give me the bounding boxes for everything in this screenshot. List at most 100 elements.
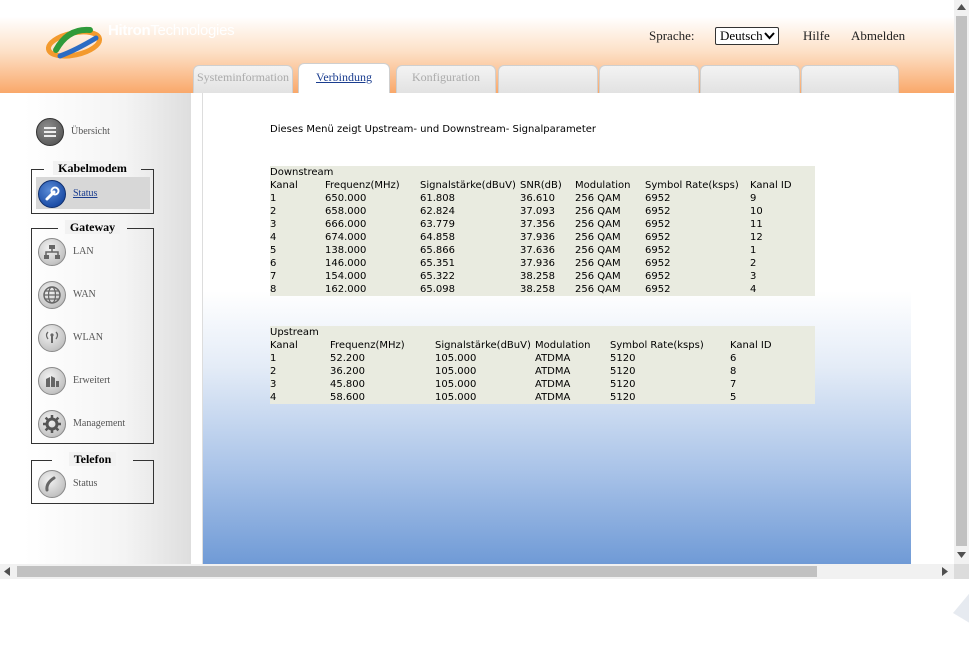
table-cell: 8 bbox=[270, 284, 277, 295]
table-cell: 37.356 bbox=[520, 219, 555, 230]
table-cell: 6952 bbox=[645, 245, 671, 256]
language-select[interactable]: Deutsch bbox=[715, 27, 779, 45]
table-cell: 6952 bbox=[645, 258, 671, 269]
table-cell: 3 bbox=[750, 271, 757, 282]
horizontal-scroll-thumb[interactable] bbox=[17, 566, 817, 577]
tab-konfiguration[interactable]: Konfiguration bbox=[396, 65, 496, 93]
group-title: Telefon bbox=[32, 452, 153, 467]
scroll-down-icon[interactable] bbox=[957, 552, 966, 558]
group-kabelmodem: Kabelmodem Status bbox=[31, 161, 154, 214]
table-cell: 64.858 bbox=[420, 232, 455, 243]
table-cell: 256 QAM bbox=[575, 245, 621, 256]
table-cell: 5120 bbox=[610, 366, 636, 377]
table-cell: 10 bbox=[750, 206, 763, 217]
group-title: Kabelmodem bbox=[32, 161, 153, 176]
table-cell: ATDMA bbox=[535, 353, 571, 364]
sidebar: Übersicht Kabelmodem Status Gateway LAN bbox=[24, 93, 191, 565]
table-cell: 3 bbox=[270, 379, 277, 390]
table-cell: 38.258 bbox=[520, 271, 555, 282]
column-header: Modulation bbox=[535, 340, 591, 351]
table-cell: 45.800 bbox=[330, 379, 365, 390]
table-cell: 6952 bbox=[645, 271, 671, 282]
table-cell: 6952 bbox=[645, 193, 671, 204]
horizontal-scrollbar[interactable] bbox=[0, 564, 954, 579]
scroll-up-icon[interactable] bbox=[957, 4, 966, 10]
sidebar-item-management[interactable]: Management bbox=[38, 410, 148, 440]
tab-empty-2 bbox=[599, 65, 699, 93]
table-row: 8 162.000 65.098 38.258 256 QAM 6952 4 bbox=[270, 283, 810, 296]
sidebar-item-label: Erweitert bbox=[73, 375, 111, 386]
table-cell: 2 bbox=[270, 366, 277, 377]
gear-icon bbox=[38, 410, 66, 438]
sidebar-item-label: LAN bbox=[73, 246, 94, 257]
sidebar-item-label: Status bbox=[73, 188, 98, 199]
table-cell: 58.600 bbox=[330, 392, 365, 403]
table-cell: 65.351 bbox=[420, 258, 455, 269]
sidebar-item-label: WLAN bbox=[73, 332, 103, 343]
table-cell: 256 QAM bbox=[575, 271, 621, 282]
downstream-table: Kanal Frequenz(MHz) Signalstärke(dBuV) SNR(… bbox=[270, 179, 810, 296]
table-cell: 2 bbox=[750, 258, 757, 269]
table-cell: 256 QAM bbox=[575, 219, 621, 230]
column-header: Symbol Rate(ksps) bbox=[645, 180, 739, 191]
sidebar-item-cable-status[interactable]: Status bbox=[38, 180, 148, 210]
sidebar-item-wlan[interactable]: WLAN bbox=[38, 324, 148, 354]
table-cell: 105.000 bbox=[435, 353, 477, 364]
sidebar-item-label: Übersicht bbox=[71, 126, 110, 137]
table-row: 1 52.200 105.000 ATDMA 5120 6 bbox=[270, 352, 790, 365]
tab-empty-4 bbox=[801, 65, 899, 93]
sidebar-item-lan[interactable]: LAN bbox=[38, 238, 148, 268]
table-cell: 5 bbox=[270, 245, 277, 256]
table-cell: 256 QAM bbox=[575, 284, 621, 295]
sidebar-item-erweitert[interactable]: Erweitert bbox=[38, 367, 148, 397]
logout-link[interactable]: Abmelden bbox=[851, 28, 905, 44]
vertical-scroll-thumb[interactable] bbox=[956, 16, 967, 546]
group-title: Gateway bbox=[32, 220, 153, 235]
table-cell: 4 bbox=[750, 284, 757, 295]
table-cell: 62.824 bbox=[420, 206, 455, 217]
table-cell: 36.610 bbox=[520, 193, 555, 204]
table-cell: 1 bbox=[270, 353, 277, 364]
sidebar-item-wan[interactable]: WAN bbox=[38, 281, 148, 311]
table-cell: 2 bbox=[270, 206, 277, 217]
table-cell: 5120 bbox=[610, 392, 636, 403]
table-header-row: Kanal Frequenz(MHz) Signalstärke(dBuV) Modu… bbox=[270, 339, 790, 352]
table-cell: ATDMA bbox=[535, 379, 571, 390]
table-cell: 6952 bbox=[645, 284, 671, 295]
brand-name: HitronTechnologies bbox=[108, 22, 235, 39]
help-link[interactable]: Hilfe bbox=[803, 28, 830, 44]
language-label: Sprache: bbox=[649, 28, 695, 43]
table-cell: 162.000 bbox=[325, 284, 367, 295]
table-cell: 65.866 bbox=[420, 245, 455, 256]
table-cell: 9 bbox=[750, 193, 757, 204]
sidebar-item-overview[interactable]: Übersicht bbox=[36, 118, 156, 148]
tab-systeminformation[interactable]: Systeminformation bbox=[193, 65, 293, 93]
table-row: 1 650.000 61.808 36.610 256 QAM 6952 9 bbox=[270, 192, 810, 205]
vertical-scrollbar[interactable] bbox=[954, 0, 969, 564]
table-cell: 674.000 bbox=[325, 232, 367, 243]
table-cell: 38.258 bbox=[520, 284, 555, 295]
tab-empty-3 bbox=[700, 65, 800, 93]
column-header: Kanal bbox=[270, 340, 298, 351]
table-cell: 7 bbox=[730, 379, 737, 390]
table-cell: 650.000 bbox=[325, 193, 367, 204]
table-cell: 5120 bbox=[610, 353, 636, 364]
table-row: 5 138.000 65.866 37.636 256 QAM 6952 1 bbox=[270, 244, 810, 257]
sidebar-item-phone-status[interactable]: Status bbox=[38, 470, 148, 500]
intro-text: Dieses Menü zeigt Upstream- und Downstre… bbox=[270, 124, 597, 135]
sidebar-item-label: Management bbox=[73, 418, 126, 429]
downstream-title: Downstream bbox=[270, 167, 334, 178]
table-cell: 6952 bbox=[645, 232, 671, 243]
scroll-right-icon[interactable] bbox=[942, 567, 948, 576]
downstream-panel: Downstream Kanal Frequenz(MHz) Signalstärk… bbox=[270, 166, 815, 296]
table-cell: 1 bbox=[750, 245, 757, 256]
scroll-left-icon[interactable] bbox=[4, 567, 10, 576]
table-cell: 3 bbox=[270, 219, 277, 230]
tab-verbindung[interactable]: Verbindung bbox=[298, 63, 390, 95]
column-header: SNR(dB) bbox=[520, 180, 562, 191]
column-header: Frequenz(MHz) bbox=[330, 340, 405, 351]
table-row: 3 666.000 63.779 37.356 256 QAM 6952 11 bbox=[270, 218, 810, 231]
column-header: Signalstärke(dBuV) bbox=[435, 340, 531, 351]
table-cell: 52.200 bbox=[330, 353, 365, 364]
wrench-icon bbox=[38, 180, 66, 208]
